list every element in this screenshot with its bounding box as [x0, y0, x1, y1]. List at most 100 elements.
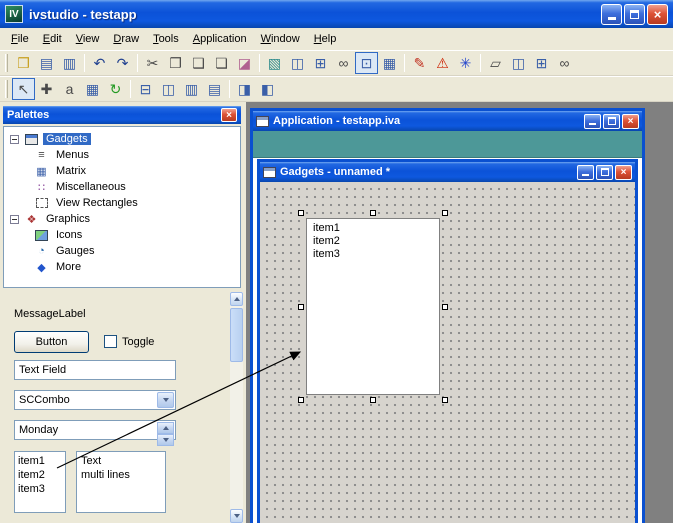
- tree-item-icons[interactable]: Icons: [4, 227, 240, 243]
- menu-window[interactable]: Window: [254, 30, 307, 48]
- close-button[interactable]: ×: [622, 114, 639, 129]
- checkbox-icon[interactable]: [104, 335, 117, 348]
- alert-icon[interactable]: ⚠: [431, 52, 454, 74]
- list-item[interactable]: item1: [313, 222, 433, 235]
- gadgets-window-titlebar[interactable]: Gadgets - unnamed * ×: [260, 162, 635, 182]
- menu-view[interactable]: View: [69, 30, 107, 48]
- sample-message-label[interactable]: MessageLabel: [14, 308, 86, 320]
- menu-edit[interactable]: Edit: [36, 30, 69, 48]
- tree-item-gauges[interactable]: ◔ Gauges: [4, 243, 240, 259]
- toolbar-grip[interactable]: [5, 54, 8, 72]
- collapse-icon[interactable]: [10, 135, 19, 144]
- menu-help[interactable]: Help: [307, 30, 344, 48]
- sample-listbox[interactable]: item1 item2 item3: [14, 451, 66, 513]
- resize-handle[interactable]: [442, 397, 448, 403]
- palette-scrollbar[interactable]: [230, 292, 243, 523]
- sample-textarea[interactable]: Text multi lines: [76, 451, 166, 513]
- resize-handle[interactable]: [298, 304, 304, 310]
- maximize-button[interactable]: [624, 4, 645, 25]
- list-item[interactable]: item1: [18, 454, 62, 468]
- grid-icon[interactable]: ▦: [81, 78, 104, 100]
- tree-item-more[interactable]: ◆ More: [4, 259, 240, 275]
- cut-icon[interactable]: ✂: [141, 52, 164, 74]
- resize-handle[interactable]: [370, 210, 376, 216]
- list-item[interactable]: item2: [313, 235, 433, 248]
- tree-item-view-rectangles[interactable]: View Rectangles: [4, 195, 240, 211]
- paste-icon[interactable]: ❑: [187, 52, 210, 74]
- canvas-list-gadget[interactable]: item1 item2 item3: [306, 218, 440, 395]
- spinner-down-button[interactable]: [157, 434, 174, 446]
- resize-handle[interactable]: [298, 210, 304, 216]
- tree-icon[interactable]: ⊟: [134, 78, 157, 100]
- select-icon[interactable]: ↖: [12, 78, 35, 100]
- window-titlebar[interactable]: IV ivstudio - testapp ×: [0, 0, 673, 28]
- sample-button[interactable]: Button: [14, 331, 89, 353]
- resize-handle[interactable]: [442, 210, 448, 216]
- image-icon[interactable]: ▧: [263, 52, 286, 74]
- maximize-button[interactable]: [603, 114, 620, 129]
- list-item[interactable]: item3: [313, 248, 433, 261]
- tree-item-matrix[interactable]: ▦ Matrix: [4, 163, 240, 179]
- scroll-down-button[interactable]: [230, 509, 243, 523]
- browse-icon[interactable]: ∞: [553, 52, 576, 74]
- frame-icon[interactable]: ◧: [256, 78, 279, 100]
- window-grid-icon[interactable]: ⊞: [309, 52, 332, 74]
- tree-item-miscellaneous[interactable]: ∷ Miscellaneous: [4, 179, 240, 195]
- minimize-button[interactable]: [601, 4, 622, 25]
- save-all-icon[interactable]: ▥: [58, 52, 81, 74]
- layout-icon[interactable]: ◫: [157, 78, 180, 100]
- tree-item-menus[interactable]: ≡ Menus: [4, 147, 240, 163]
- panel-icon[interactable]: ◨: [233, 78, 256, 100]
- combo-dropdown-button[interactable]: [157, 392, 174, 408]
- find-icon[interactable]: ∞: [332, 52, 355, 74]
- undo-icon[interactable]: ↶: [88, 52, 111, 74]
- sample-spinner[interactable]: Monday: [14, 420, 176, 440]
- tree-item-graphics[interactable]: ❖ Graphics: [4, 211, 240, 227]
- shapes-icon[interactable]: ▱: [484, 52, 507, 74]
- minimize-button[interactable]: [577, 165, 594, 180]
- cascade-icon[interactable]: ◫: [507, 52, 530, 74]
- open-icon[interactable]: ❒: [12, 52, 35, 74]
- menu-draw[interactable]: Draw: [106, 30, 146, 48]
- rows-icon[interactable]: ▤: [203, 78, 226, 100]
- collapse-icon[interactable]: [10, 215, 19, 224]
- close-button[interactable]: ×: [615, 165, 632, 180]
- panel-grid-icon[interactable]: ◫: [286, 52, 309, 74]
- save-icon[interactable]: ▤: [35, 52, 58, 74]
- minimize-button[interactable]: [584, 114, 601, 129]
- move-icon[interactable]: ✚: [35, 78, 58, 100]
- label-icon[interactable]: a: [58, 78, 81, 100]
- palettes-titlebar[interactable]: Palettes ×: [3, 106, 241, 124]
- effects-icon[interactable]: ✳: [454, 52, 477, 74]
- columns-icon[interactable]: ▥: [180, 78, 203, 100]
- palettes-close-button[interactable]: ×: [221, 108, 237, 122]
- refresh-icon[interactable]: ↻: [104, 78, 127, 100]
- spinner-up-button[interactable]: [157, 422, 174, 434]
- resize-handle[interactable]: [298, 397, 304, 403]
- duplicate-icon[interactable]: ❏: [210, 52, 233, 74]
- resize-handle[interactable]: [370, 397, 376, 403]
- sample-combo[interactable]: SCCombo: [14, 390, 176, 410]
- zoom-grid-icon[interactable]: ⊡: [355, 52, 378, 74]
- sample-toggle[interactable]: Toggle: [104, 335, 154, 348]
- design-canvas[interactable]: item1 item2 item3: [260, 182, 635, 523]
- sample-text-field[interactable]: Text Field: [14, 360, 176, 380]
- scroll-up-button[interactable]: [230, 292, 243, 306]
- resize-handle[interactable]: [442, 304, 448, 310]
- menu-tools[interactable]: Tools: [146, 30, 186, 48]
- copy-icon[interactable]: ❐: [164, 52, 187, 74]
- list-item[interactable]: item2: [18, 468, 62, 482]
- menu-application[interactable]: Application: [186, 30, 254, 48]
- toolbar-grip[interactable]: [5, 80, 8, 98]
- maximize-button[interactable]: [596, 165, 613, 180]
- table-icon[interactable]: ▦: [378, 52, 401, 74]
- grid-plus-icon[interactable]: ⊞: [530, 52, 553, 74]
- list-item[interactable]: item3: [18, 482, 62, 496]
- tree-item-gadgets[interactable]: Gadgets: [4, 131, 240, 147]
- edit-icon[interactable]: ✎: [408, 52, 431, 74]
- menu-file[interactable]: File: [4, 30, 36, 48]
- scrollbar-thumb[interactable]: [230, 308, 243, 362]
- redo-icon[interactable]: ↷: [111, 52, 134, 74]
- application-window-titlebar[interactable]: Application - testapp.iva ×: [253, 111, 642, 131]
- eraser-icon[interactable]: ◪: [233, 52, 256, 74]
